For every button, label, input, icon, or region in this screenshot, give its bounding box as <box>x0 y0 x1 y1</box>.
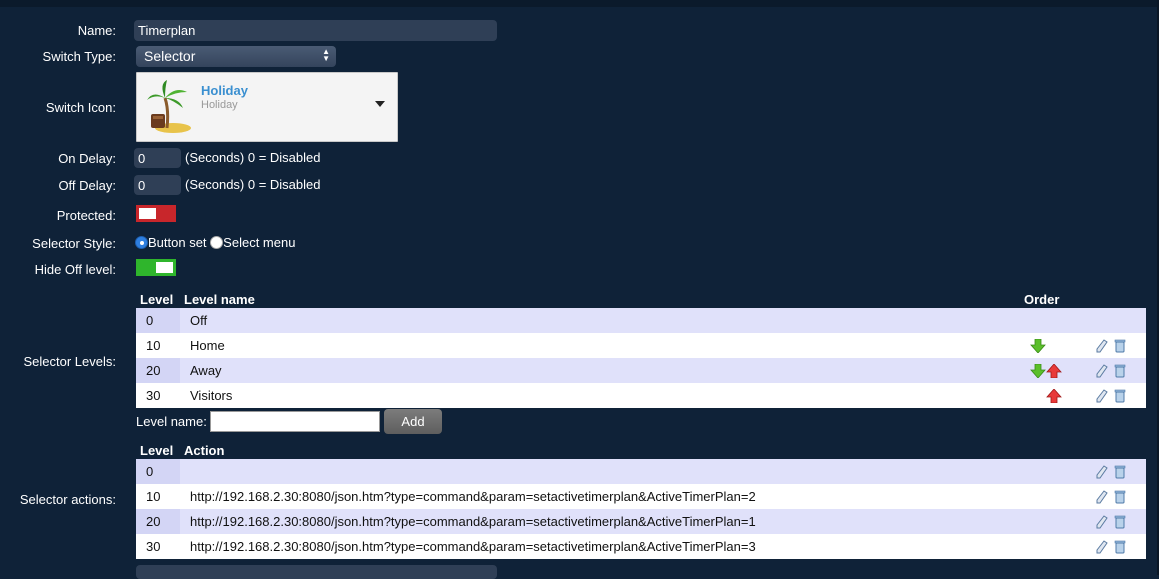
radio-select-menu[interactable] <box>210 236 224 249</box>
level-name: Home <box>180 333 1020 358</box>
selector-style-label: Selector Style: <box>32 236 116 251</box>
level-value: 10 <box>136 333 180 358</box>
top-bar <box>0 0 1159 7</box>
action-row: 20 http://192.168.2.30:8080/json.htm?typ… <box>136 509 1146 534</box>
icon-title: Holiday <box>201 83 248 98</box>
switch-type-label: Switch Type: <box>42 49 116 64</box>
action-level: 20 <box>136 509 180 534</box>
dropdown-caret-icon <box>375 101 385 107</box>
action-url: http://192.168.2.30:8080/json.htm?type=c… <box>180 484 1078 509</box>
level-row: 0 Off <box>136 308 1146 333</box>
level-row: 10 Home <box>136 333 1146 358</box>
radio-button-set[interactable] <box>135 236 148 249</box>
updown-icon: ▲ ▼ <box>322 47 330 63</box>
icon-subtitle: Holiday <box>201 99 238 111</box>
on-delay-input[interactable]: 0 <box>134 148 181 168</box>
edit-icon[interactable] <box>1096 490 1108 504</box>
move-down-icon[interactable] <box>1030 339 1046 354</box>
level-name: Visitors <box>180 383 1020 408</box>
action-url: http://192.168.2.30:8080/json.htm?type=c… <box>180 509 1078 534</box>
delete-icon[interactable] <box>1114 540 1126 554</box>
levels-header-level: Level <box>140 291 174 307</box>
delete-icon[interactable] <box>1114 389 1126 403</box>
level-name: Off <box>180 308 1020 333</box>
bottom-field[interactable] <box>136 565 497 579</box>
levels-header-order: Order <box>1024 291 1060 307</box>
palm-island-icon <box>147 80 191 133</box>
switch-type-select[interactable]: Selector ▲ ▼ <box>136 46 336 67</box>
selector-actions-label: Selector actions: <box>19 492 116 507</box>
radio-select-menu-label: Select menu <box>223 235 296 250</box>
edit-icon[interactable] <box>1096 465 1108 479</box>
off-delay-hint: (Seconds) 0 = Disabled <box>185 177 321 192</box>
level-name-input[interactable] <box>210 411 380 432</box>
add-level-button[interactable]: Add <box>384 409 442 434</box>
name-label: Name: <box>77 23 116 38</box>
edit-icon[interactable] <box>1096 515 1108 529</box>
action-level: 10 <box>136 484 180 509</box>
level-row: 30 Visitors <box>136 383 1146 408</box>
switch-icon-label: Switch Icon: <box>45 100 116 115</box>
levels-header-name: Level name <box>184 291 255 307</box>
action-level: 0 <box>136 459 180 484</box>
action-level: 30 <box>136 534 180 559</box>
delete-icon[interactable] <box>1114 490 1126 504</box>
switch-type-value: Selector <box>144 48 196 64</box>
delete-icon[interactable] <box>1114 339 1126 353</box>
move-up-icon[interactable] <box>1046 364 1062 379</box>
radio-button-set-label: Button set <box>148 235 207 250</box>
action-row: 30 http://192.168.2.30:8080/json.htm?typ… <box>136 534 1146 559</box>
hide-off-label: Hide Off level: <box>34 262 116 277</box>
protected-toggle[interactable] <box>136 205 176 222</box>
on-delay-label: On Delay: <box>58 151 116 166</box>
off-delay-input[interactable]: 0 <box>134 175 181 195</box>
selector-style-group: Button set Select menu <box>135 235 295 250</box>
level-name-label: Level name: <box>136 414 207 429</box>
protected-label: Protected: <box>56 208 116 223</box>
level-name: Away <box>180 358 1020 383</box>
edit-icon[interactable] <box>1096 364 1108 378</box>
delete-icon[interactable] <box>1114 515 1126 529</box>
level-value: 20 <box>136 358 180 383</box>
move-up-icon[interactable] <box>1046 389 1062 404</box>
edit-icon[interactable] <box>1096 389 1108 403</box>
actions-header-action: Action <box>184 442 225 458</box>
selector-levels-label: Selector Levels: <box>23 354 117 369</box>
level-value: 0 <box>136 308 180 333</box>
on-delay-hint: (Seconds) 0 = Disabled <box>185 150 321 165</box>
level-row: 20 Away <box>136 358 1146 383</box>
name-input[interactable]: Timerplan <box>134 20 497 41</box>
hide-off-toggle[interactable] <box>136 259 176 276</box>
delete-icon[interactable] <box>1114 364 1126 378</box>
edit-icon[interactable] <box>1096 339 1108 353</box>
off-delay-label: Off Delay: <box>58 178 116 193</box>
level-value: 30 <box>136 383 180 408</box>
action-row: 10 http://192.168.2.30:8080/json.htm?typ… <box>136 484 1146 509</box>
toggle-knob <box>156 262 173 273</box>
switch-icon-select[interactable]: Holiday Holiday <box>136 72 398 142</box>
action-row: 0 <box>136 459 1146 484</box>
toggle-knob <box>139 208 156 219</box>
actions-header-level: Level <box>140 442 174 458</box>
levels-table: Level Level name Order 0 Off 10 Home 20 … <box>136 290 1146 408</box>
action-url: http://192.168.2.30:8080/json.htm?type=c… <box>180 534 1078 559</box>
delete-icon[interactable] <box>1114 465 1126 479</box>
edit-icon[interactable] <box>1096 540 1108 554</box>
actions-table: Level Action 0 10 http://192.168.2.30:80… <box>136 441 1146 559</box>
move-down-icon[interactable] <box>1030 364 1046 379</box>
action-url <box>180 459 1078 484</box>
